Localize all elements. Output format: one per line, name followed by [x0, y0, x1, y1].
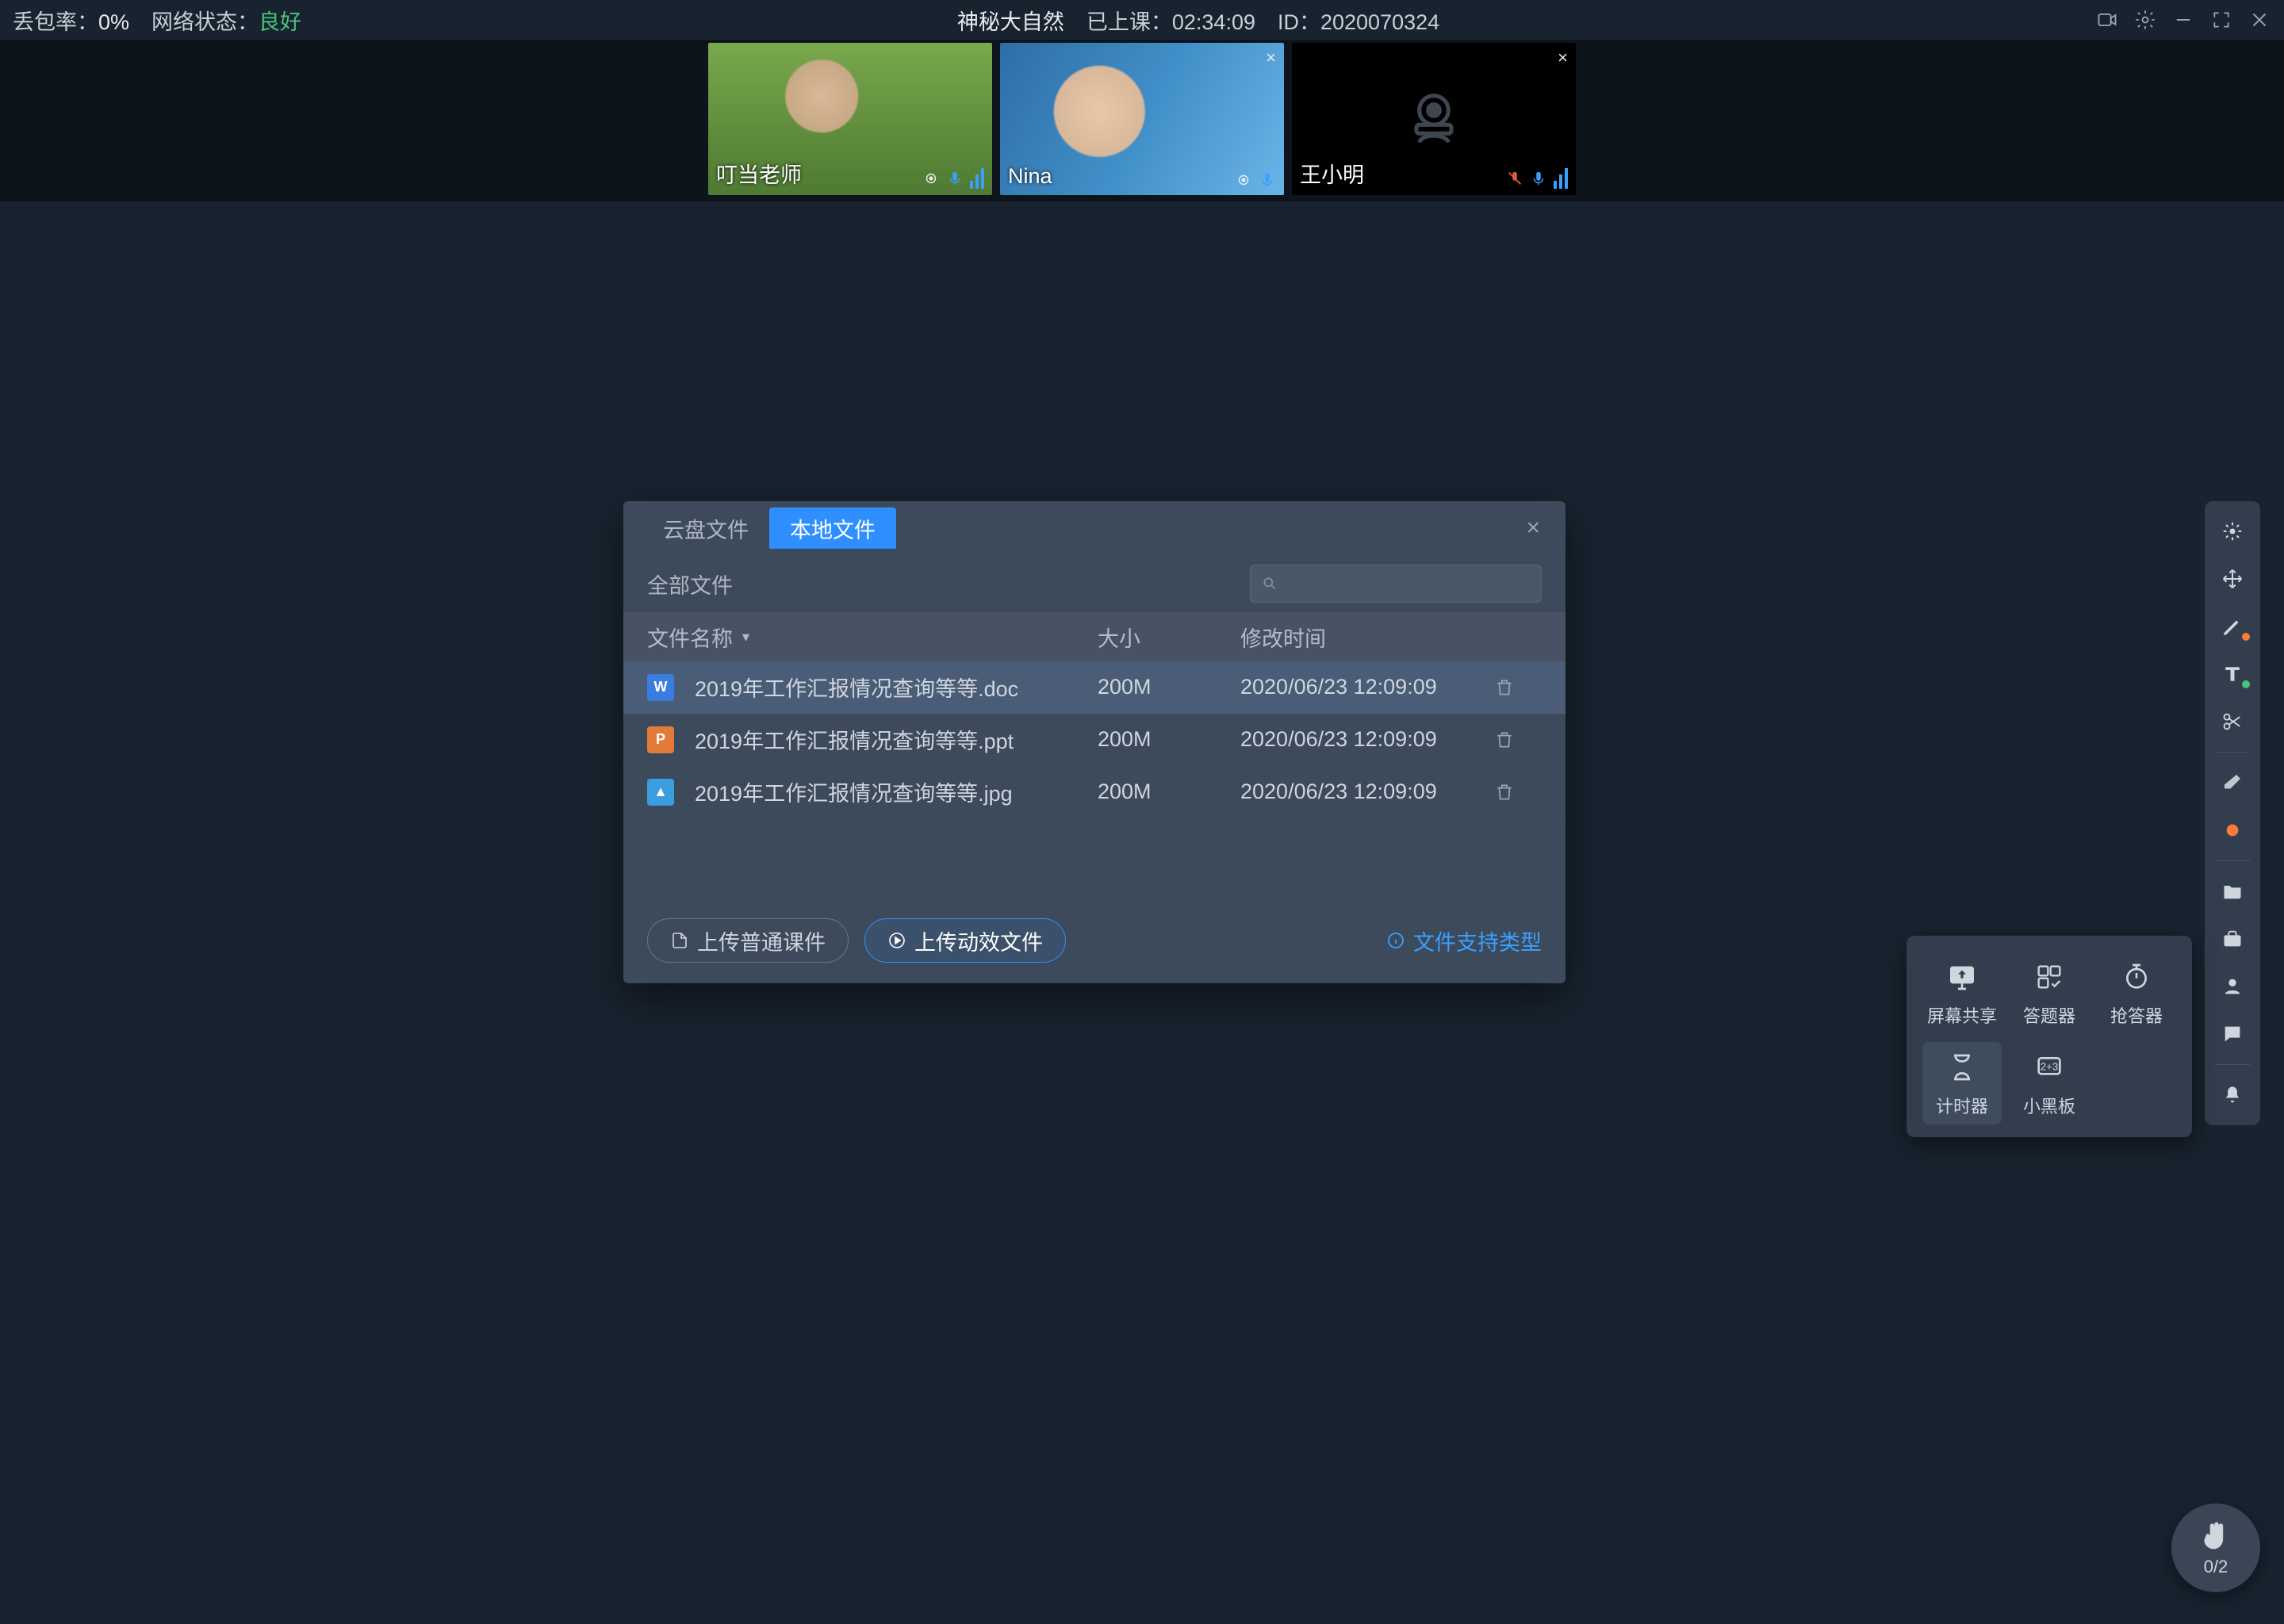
- record-icon[interactable]: [2095, 8, 2119, 32]
- eraser-tool[interactable]: [2210, 760, 2255, 805]
- ppt-icon: P: [647, 726, 674, 753]
- elapsed-time: 已上课：02:34:09: [1086, 5, 1255, 36]
- move-tool[interactable]: [2210, 557, 2255, 601]
- minimize-icon[interactable]: [2171, 8, 2195, 32]
- delete-icon[interactable]: [1494, 677, 1542, 698]
- table-row[interactable]: P2019年工作汇报情况查询等等.ppt 200M 2020/06/23 12:…: [623, 714, 1565, 766]
- tab-cloud-files[interactable]: 云盘文件: [642, 508, 769, 549]
- raise-hand-button[interactable]: 0/2: [2171, 1503, 2260, 1592]
- tile-close-icon[interactable]: ×: [1266, 48, 1276, 68]
- raise-hand-count: 0/2: [2204, 1557, 2228, 1577]
- volume-indicator: [1554, 168, 1568, 189]
- participant-name: 叮当老师: [716, 158, 802, 189]
- search-input-wrap[interactable]: [1250, 565, 1542, 603]
- image-icon: ▲: [647, 779, 674, 806]
- delete-icon[interactable]: [1494, 730, 1542, 750]
- user-tool[interactable]: [2210, 964, 2255, 1009]
- laser-tool[interactable]: [2210, 509, 2255, 553]
- color-tool[interactable]: [2210, 808, 2255, 852]
- tile-close-icon[interactable]: ×: [1558, 48, 1568, 68]
- breadcrumb[interactable]: 全部文件: [647, 569, 733, 599]
- tool-answer-card[interactable]: 答题器: [2010, 952, 2089, 1034]
- folder-tool[interactable]: [2210, 869, 2255, 914]
- scissors-tool[interactable]: [2210, 699, 2255, 744]
- file-dialog: 云盘文件 本地文件 × 全部文件 文件名称 ▾ 大小 修改时间 W2019年工作…: [623, 501, 1565, 983]
- table-row[interactable]: W2019年工作汇报情况查询等等.doc 200M 2020/06/23 12:…: [623, 661, 1565, 714]
- tool-screen-share[interactable]: 屏幕共享: [1922, 952, 2002, 1034]
- sort-caret-icon: ▾: [742, 629, 749, 645]
- toolbox-popup: 屏幕共享 答题器 抢答器 计时器 2+3 小黑板: [1907, 936, 2192, 1137]
- table-row[interactable]: ▲2019年工作汇报情况查询等等.jpg 200M 2020/06/23 12:…: [623, 766, 1565, 818]
- svg-text:2+3: 2+3: [2041, 1060, 2059, 1072]
- volume-indicator: [970, 168, 984, 189]
- search-icon: [1262, 575, 1278, 592]
- fullscreen-icon[interactable]: [2209, 8, 2233, 32]
- upload-normal-button[interactable]: 上传普通课件: [647, 918, 849, 963]
- tab-local-files[interactable]: 本地文件: [769, 508, 896, 549]
- participant-tile[interactable]: 叮当老师: [708, 43, 992, 195]
- tool-small-board[interactable]: 2+3 小黑板: [2010, 1042, 2089, 1124]
- dialog-close-icon[interactable]: ×: [1519, 508, 1546, 548]
- upload-animated-button[interactable]: 上传动效文件: [864, 918, 1066, 963]
- participant-name: 王小明: [1300, 158, 1364, 189]
- pen-tool[interactable]: [2210, 604, 2255, 649]
- session-id: ID：2020070324: [1278, 5, 1439, 36]
- table-header: 文件名称 ▾ 大小 修改时间: [623, 612, 1565, 661]
- col-filename[interactable]: 文件名称 ▾: [647, 622, 1098, 653]
- participant-tile[interactable]: × Nina: [1000, 43, 1284, 195]
- bell-tool[interactable]: [2210, 1073, 2255, 1117]
- tool-timer[interactable]: 计时器: [1922, 1042, 2002, 1124]
- close-window-icon[interactable]: [2248, 8, 2271, 32]
- col-size[interactable]: 大小: [1098, 622, 1240, 653]
- toolbox-tool[interactable]: [2210, 917, 2255, 961]
- mic-muted-icon: [1506, 170, 1523, 187]
- class-title: 神秘大自然: [957, 5, 1064, 36]
- settings-icon[interactable]: [2133, 8, 2157, 32]
- supported-types-link[interactable]: 文件支持类型: [1386, 925, 1542, 956]
- text-tool[interactable]: [2210, 652, 2255, 696]
- network-status: 网络状态：良好: [151, 5, 301, 36]
- right-toolbar: [2205, 501, 2260, 1125]
- participant-tile[interactable]: × 王小明: [1292, 43, 1576, 195]
- tool-responder[interactable]: 抢答器: [2097, 952, 2176, 1034]
- hand-icon: [2198, 1519, 2233, 1553]
- chat-tool[interactable]: [2210, 1012, 2255, 1056]
- top-status-bar: 丢包率：0% 网络状态：良好 神秘大自然 已上课：02:34:09 ID：202…: [0, 0, 2284, 40]
- search-input[interactable]: [1286, 572, 1530, 596]
- packet-loss: 丢包率：0%: [13, 5, 129, 36]
- col-time[interactable]: 修改时间: [1240, 622, 1494, 653]
- doc-icon: W: [647, 674, 674, 701]
- video-strip: 叮当老师 × Nina × 王小明: [0, 40, 2284, 201]
- delete-icon[interactable]: [1494, 782, 1542, 802]
- participant-name: Nina: [1008, 164, 1052, 189]
